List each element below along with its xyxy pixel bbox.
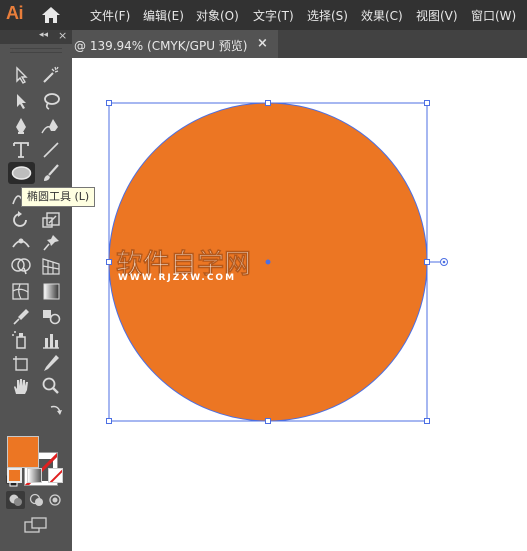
hand-icon <box>14 379 28 394</box>
handle-right[interactable] <box>424 259 430 265</box>
handle-left[interactable] <box>106 259 112 265</box>
pin-icon <box>43 235 59 251</box>
perspective-grid-icon <box>42 258 60 275</box>
eyedropper-tool[interactable] <box>9 306 33 326</box>
handle-bottom-left[interactable] <box>106 418 112 424</box>
width-icon <box>12 238 30 248</box>
scale-tool[interactable] <box>39 210 63 230</box>
handle-top-right[interactable] <box>424 100 430 106</box>
shape-builder-tool[interactable] <box>9 256 33 276</box>
symbol-sprayer-tool[interactable] <box>9 330 33 350</box>
none-mode-button[interactable] <box>48 468 63 483</box>
center-point <box>265 259 271 265</box>
menu-window[interactable]: 窗口(W) <box>471 7 516 24</box>
handle-top[interactable] <box>265 100 271 106</box>
menu-select[interactable]: 选择(S) <box>307 7 348 24</box>
line-segment-icon <box>43 142 59 158</box>
gradient-icon <box>43 283 60 300</box>
selection-arrow-icon <box>16 66 28 84</box>
handle-top-left[interactable] <box>106 100 112 106</box>
magic-wand-icon <box>43 66 59 83</box>
document-tab[interactable]: @ 139.94% (CMYK/GPU 预览) × <box>72 30 278 58</box>
handle-bottom[interactable] <box>265 418 271 424</box>
document-tab-bar: @ 139.94% (CMYK/GPU 预览) × <box>72 30 527 58</box>
column-graph-icon <box>43 334 59 349</box>
blend-tool[interactable] <box>39 306 63 326</box>
menu-bar: Ai 文件(F) 编辑(E) 对象(O) 文字(T) 选择(S) 效果(C) 视… <box>0 0 527 30</box>
menu-type[interactable]: 文字(T) <box>253 7 294 24</box>
ellipse-icon <box>11 166 32 180</box>
watermark-url: WWW.RJZXW.COM <box>118 273 236 283</box>
document-tab-label: @ 139.94% (CMYK/GPU 预览) <box>74 39 248 53</box>
menu-view[interactable]: 视图(V) <box>416 7 458 24</box>
line-segment-tool[interactable] <box>39 140 63 160</box>
eyedropper-icon <box>13 309 29 325</box>
swap-colors-icon[interactable] <box>48 403 64 419</box>
menu-file[interactable]: 文件(F) <box>90 7 130 24</box>
color-mode-button[interactable] <box>7 468 22 483</box>
pen-tool[interactable] <box>9 116 33 136</box>
slice-tool[interactable] <box>39 353 63 373</box>
curvature-pen-icon <box>41 119 58 134</box>
magic-wand-tool[interactable] <box>39 65 63 85</box>
panel-grip[interactable] <box>10 48 62 53</box>
tools-panel: ◂◂ × <box>0 29 72 551</box>
rotate-tool[interactable] <box>9 210 33 230</box>
paintbrush-icon <box>44 164 59 181</box>
artboard-canvas[interactable]: 软件自学网 WWW.RJZXW.COM <box>72 58 527 551</box>
type-tool[interactable] <box>9 140 33 160</box>
mesh-icon <box>12 283 29 300</box>
direct-selection-tool[interactable] <box>9 91 33 111</box>
close-panel-icon[interactable]: × <box>58 29 67 42</box>
app-logo: Ai <box>6 3 24 23</box>
fill-swatch[interactable] <box>7 436 39 468</box>
width-tool[interactable] <box>9 233 33 253</box>
lasso-icon <box>44 93 60 110</box>
pie-widget-dot <box>442 260 446 264</box>
none-slash-icon <box>49 469 62 482</box>
ellipse-tool-tooltip: 椭圆工具 (L) <box>21 187 96 207</box>
artboard-icon <box>13 356 28 371</box>
collapse-icon[interactable]: ◂◂ <box>39 30 48 40</box>
lasso-tool[interactable] <box>39 91 63 111</box>
mesh-tool[interactable] <box>9 281 33 301</box>
puppet-warp-tool[interactable] <box>39 233 63 253</box>
close-tab-icon[interactable]: × <box>257 36 268 51</box>
direct-selection-icon <box>17 94 26 109</box>
artwork[interactable]: 软件自学网 WWW.RJZXW.COM <box>72 58 527 551</box>
selection-tool[interactable] <box>9 65 33 85</box>
shape-builder-icon <box>11 258 31 275</box>
curvature-tool[interactable] <box>39 116 63 136</box>
rotate-icon <box>13 211 27 227</box>
artboard-tool[interactable] <box>9 353 33 373</box>
gradient-mode-button[interactable] <box>27 468 42 483</box>
blend-icon <box>43 310 61 325</box>
scale-icon <box>42 212 60 228</box>
screen-mode-icon[interactable] <box>24 517 48 533</box>
paintbrush-tool[interactable] <box>39 163 63 183</box>
home-icon[interactable] <box>41 6 61 24</box>
pen-icon <box>16 118 26 134</box>
zoom-tool[interactable] <box>39 376 63 396</box>
drawing-modes[interactable] <box>6 491 66 509</box>
slice-knife-icon <box>44 355 59 371</box>
type-t-icon <box>13 142 29 158</box>
ellipse-tool[interactable] <box>8 162 35 184</box>
hand-tool[interactable] <box>9 376 33 396</box>
column-graph-tool[interactable] <box>39 330 63 350</box>
zoom-magnifier-icon <box>42 377 59 394</box>
tools-panel-header: ◂◂ × <box>0 29 72 44</box>
perspective-grid-tool[interactable] <box>39 256 63 276</box>
gradient-tool[interactable] <box>39 281 63 301</box>
menu-object[interactable]: 对象(O) <box>196 7 239 24</box>
menu-edit[interactable]: 编辑(E) <box>143 7 184 24</box>
menu-effect[interactable]: 效果(C) <box>361 7 403 24</box>
handle-bottom-right[interactable] <box>424 418 430 424</box>
symbol-sprayer-icon <box>12 331 26 349</box>
